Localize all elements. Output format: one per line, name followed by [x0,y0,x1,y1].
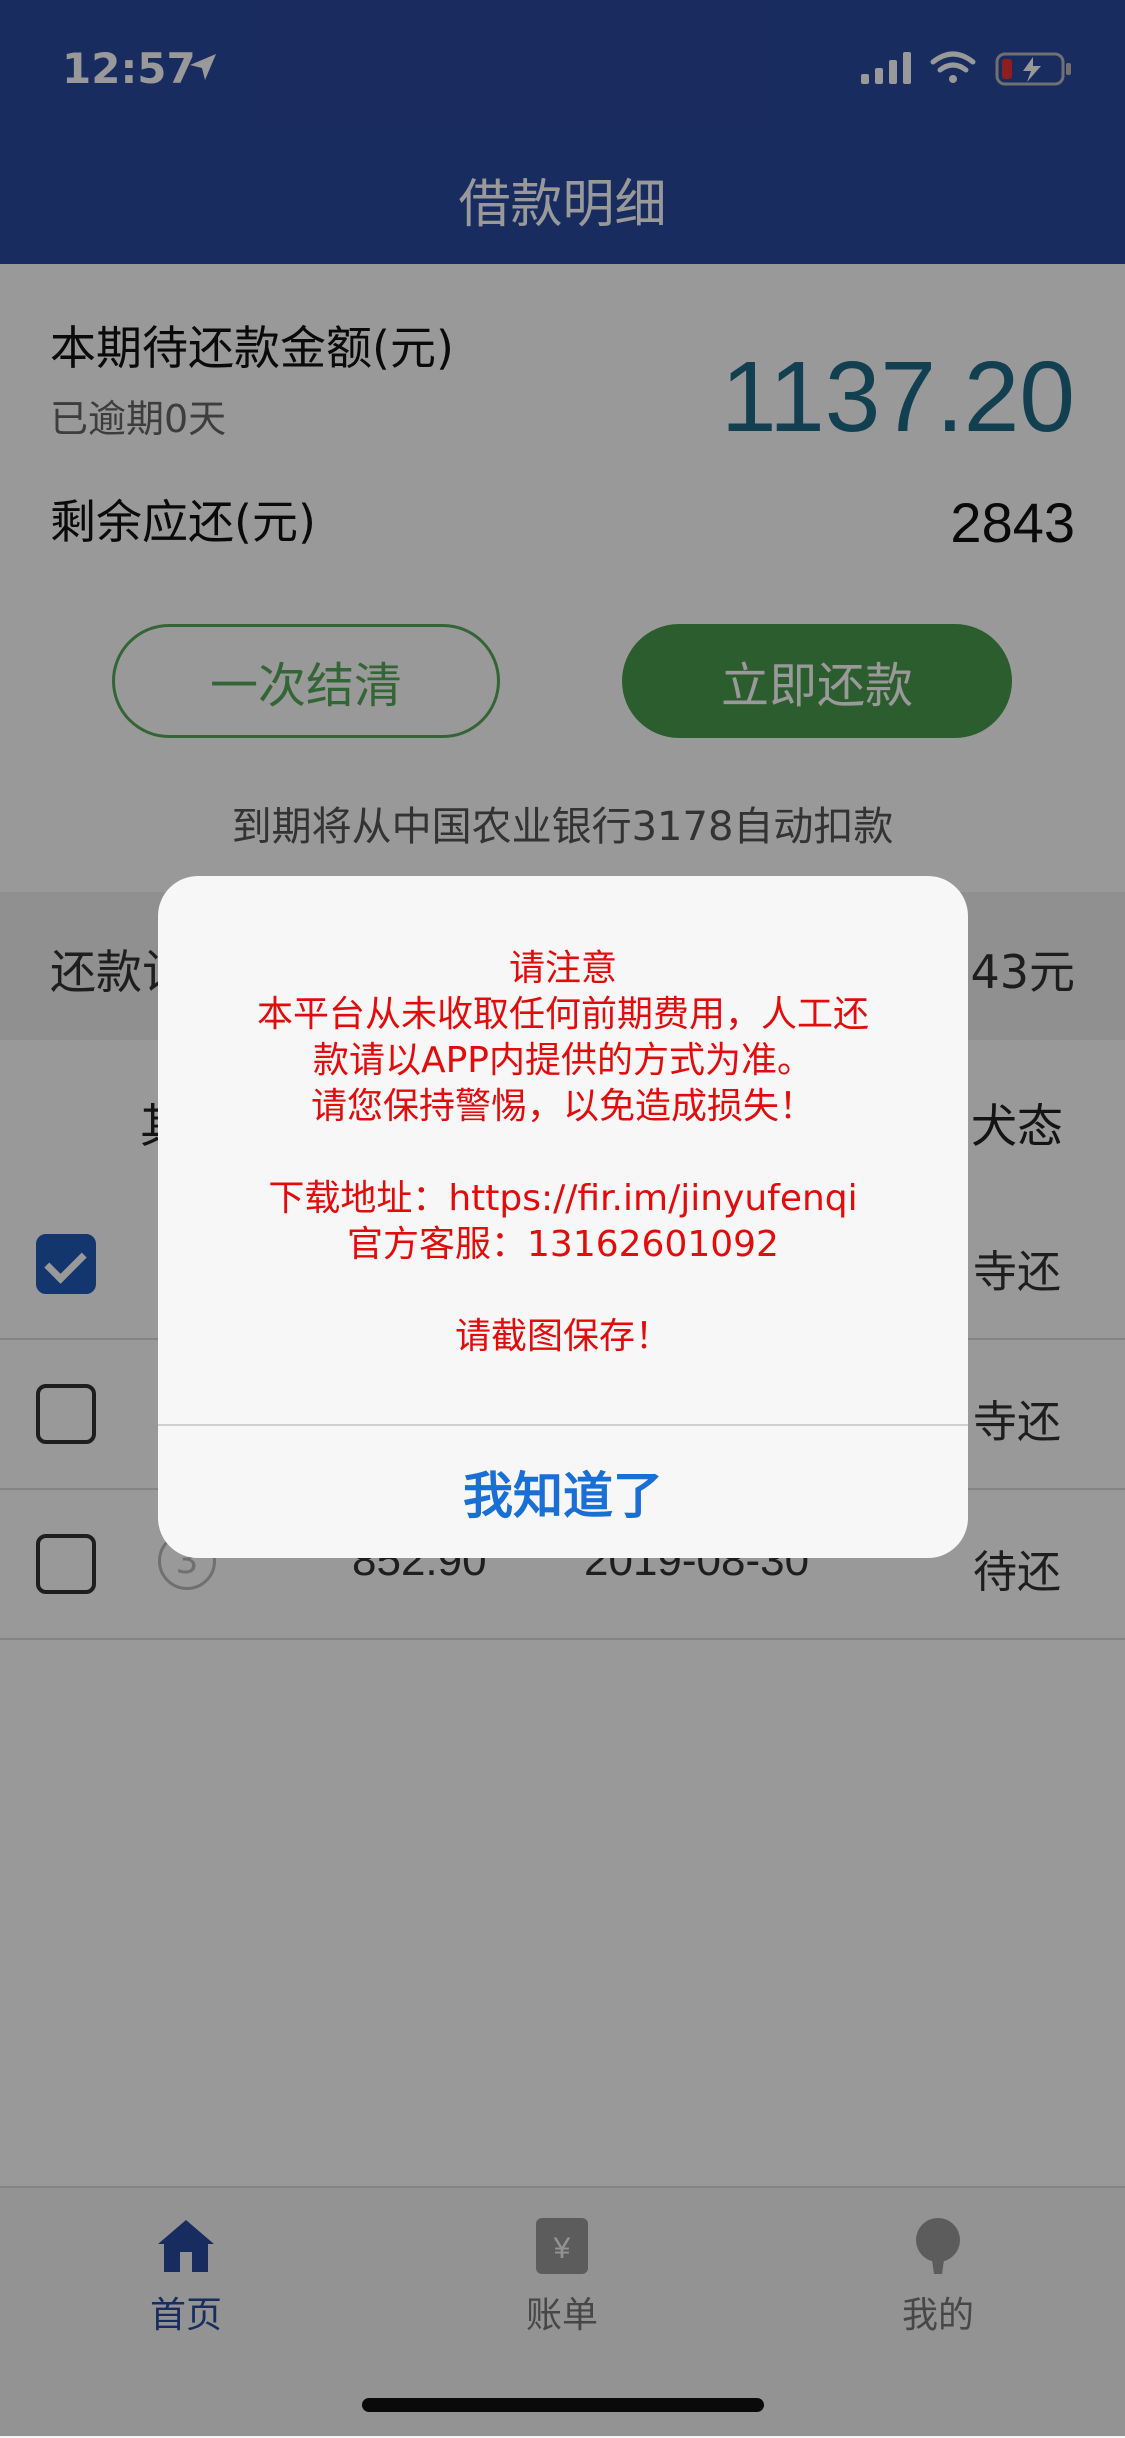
alert-line: 请截图保存！ [454,1316,671,1357]
alert-line: 本平台从未收取任何前期费用，人工还 [256,994,869,1035]
alert-line: 款请以APP内提供的方式为准。 [312,1040,814,1081]
alert-spacer [158,1268,968,1314]
alert-message: 请注意 本平台从未收取任何前期费用，人工还 款请以APP内提供的方式为准。 请您… [158,946,968,1360]
alert-service-phone: 官方客服：13162601092 [347,1224,779,1265]
alert-line: 请您保持警惕，以免造成损失！ [310,1086,815,1127]
alert-dialog: 请注意 本平台从未收取任何前期费用，人工还 款请以APP内提供的方式为准。 请您… [158,876,968,1558]
acknowledge-button[interactable]: 我知道了 [158,1426,968,1558]
alert-download-url: 下载地址：https://fir.im/jinyufenqi [268,1178,858,1219]
alert-spacer [158,1130,968,1176]
alert-title: 请注意 [508,948,617,989]
